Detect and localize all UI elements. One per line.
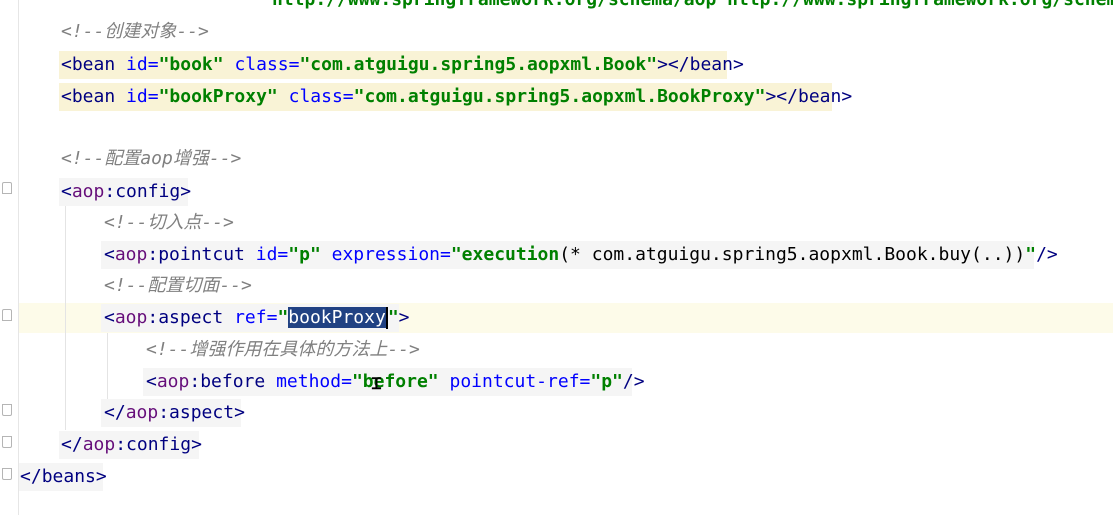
- attribute-value: "com.atguigu.spring5.aopxml.Book": [299, 54, 658, 75]
- tag-bracket: </: [61, 434, 83, 455]
- editor-gutter: [0, 0, 19, 515]
- attribute-value: ": [1025, 244, 1037, 265]
- tag-namespace: aop: [114, 307, 148, 328]
- attribute-name: pointcut-ref=: [449, 371, 591, 392]
- indent-guide: [107, 333, 108, 399]
- code-line-aop-pointcut: <aop:pointcut id="p" expression="executi…: [104, 241, 1058, 269]
- fold-marker-icon[interactable]: [2, 468, 12, 480]
- code-line-aop-before: <aop:before method="before" pointcut-ref…: [146, 368, 645, 396]
- tag-bracket: >: [95, 466, 107, 487]
- attribute-value: "p": [288, 244, 321, 265]
- fold-marker-icon[interactable]: [2, 182, 12, 194]
- code-line-aop-aspect: <aop:aspect ref="bookProxy ">: [104, 304, 410, 332]
- tag-name: before: [200, 371, 266, 392]
- tag-bracket: ></: [765, 86, 798, 107]
- tag-bracket: :: [147, 307, 159, 328]
- tag-namespace: aop: [156, 371, 190, 392]
- tag-bracket: >: [398, 307, 410, 328]
- fold-marker-icon[interactable]: [2, 404, 12, 416]
- attribute-name: class=: [288, 86, 354, 107]
- selected-text[interactable]: bookProxy: [288, 307, 386, 328]
- tag-bracket: </: [104, 402, 126, 423]
- tag-bracket: :: [115, 434, 127, 455]
- tag-name: pointcut: [158, 244, 245, 265]
- attribute-value: ": [277, 307, 289, 328]
- ibeam-cursor-icon: Ɪ: [372, 374, 381, 393]
- code-line-comment: <!--切入点-->: [104, 209, 234, 237]
- attribute-name: id=: [126, 86, 159, 107]
- attribute-value: "book": [158, 54, 224, 75]
- xml-comment: <!--创建对象-->: [61, 21, 209, 42]
- attribute-name: class=: [234, 54, 300, 75]
- attribute-value: "execution: [450, 244, 560, 265]
- code-line-aop-config: <aop:config>: [61, 178, 191, 206]
- code-line-comment: <!--配置aop增强-->: [61, 145, 241, 173]
- code-line-comment: <!--配置切面-->: [104, 272, 252, 300]
- attribute-value: "com.atguigu.spring5.aopxml.BookProxy": [353, 86, 766, 107]
- code-line-comment: <!--增强作用在具体的方法上-->: [146, 336, 420, 364]
- attribute-value: "p": [590, 371, 623, 392]
- tag-bracket: >: [180, 181, 192, 202]
- tag-bracket: />: [622, 371, 645, 392]
- tag-name: bean: [797, 86, 842, 107]
- tag-name: bean: [71, 86, 116, 107]
- code-line-aspect-close: </aop:aspect>: [104, 399, 245, 427]
- xml-comment: <!--配置切面-->: [104, 275, 252, 296]
- tag-namespace: aop: [114, 244, 148, 265]
- tag-name: config: [126, 434, 192, 455]
- tag-name: config: [115, 181, 181, 202]
- tag-bracket: >: [732, 54, 744, 75]
- tag-name: aspect: [169, 402, 235, 423]
- code-line-schema: http://www.springframework.org/schema/ao…: [272, 0, 1113, 14]
- code-line-comment: <!--创建对象-->: [61, 18, 209, 46]
- tag-bracket: <: [104, 244, 115, 265]
- tag-namespace: aop: [71, 181, 105, 202]
- tag-bracket: :: [189, 371, 201, 392]
- attribute-name: id=: [126, 54, 159, 75]
- tag-bracket: <: [61, 181, 72, 202]
- tag-bracket: />: [1036, 244, 1058, 265]
- tag-name: bean: [71, 54, 116, 75]
- attribute-name: id=: [255, 244, 289, 265]
- schema-url: http://www.springframework.org/schema/: [727, 0, 1113, 10]
- tag-bracket: :: [158, 402, 170, 423]
- tag-bracket: <: [61, 54, 72, 75]
- attribute-value: "before": [351, 371, 439, 392]
- code-line-bean-book: <bean id="book" class="com.atguigu.sprin…: [61, 51, 744, 79]
- code-line-config-close: </aop:config>: [61, 431, 202, 459]
- xml-comment: <!--增强作用在具体的方法上-->: [146, 339, 420, 360]
- indent-guide: [65, 205, 66, 430]
- schema-url: http://www.springframework.org/schema/ao…: [272, 0, 716, 10]
- attribute-name: expression=: [331, 244, 451, 265]
- tag-bracket: :: [104, 181, 116, 202]
- code-line-beans-close: </beans>: [20, 463, 107, 491]
- tag-bracket: ></: [657, 54, 690, 75]
- tag-name: beans: [41, 466, 96, 487]
- attribute-name: method=: [276, 371, 352, 392]
- code-editor[interactable]: http://www.springframework.org/schema/ao…: [0, 0, 1113, 515]
- xml-comment: <!--配置aop增强-->: [61, 148, 242, 169]
- attribute-value: "bookProxy": [158, 86, 278, 107]
- tag-bracket: >: [191, 434, 202, 455]
- code-line-bean-bookproxy: <bean id="bookProxy" class="com.atguigu.…: [61, 83, 852, 111]
- tag-bracket: </: [20, 466, 42, 487]
- tag-name: bean: [689, 54, 733, 75]
- tag-namespace: aop: [125, 402, 159, 423]
- tag-bracket: :: [147, 244, 159, 265]
- tag-bracket: <: [61, 86, 72, 107]
- pointcut-expression: (* com.atguigu.spring5.aopxml.Book.buy(.…: [559, 244, 1026, 265]
- xml-comment: <!--切入点-->: [104, 212, 234, 233]
- tag-bracket: >: [841, 86, 853, 107]
- tag-bracket: <: [146, 371, 157, 392]
- tag-name: aspect: [158, 307, 224, 328]
- fold-marker-icon[interactable]: [2, 309, 12, 321]
- attribute-value: ": [387, 307, 399, 328]
- tag-bracket: <: [104, 307, 115, 328]
- attribute-name: ref=: [234, 307, 278, 328]
- tag-namespace: aop: [82, 434, 116, 455]
- fold-marker-icon[interactable]: [2, 436, 12, 448]
- tag-bracket: >: [234, 402, 245, 423]
